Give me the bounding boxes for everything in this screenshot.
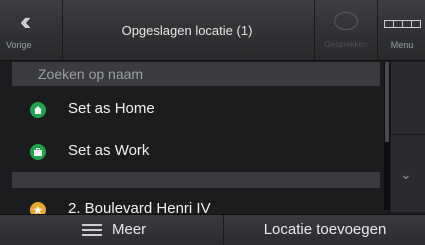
back-label: Vorige [6,40,32,50]
speech-bubble-icon [334,12,358,30]
list-item-label: Set as Work [68,142,150,159]
more-button[interactable]: Meer [12,215,222,245]
add-location-label: Locatie toevoegen [263,221,387,238]
search-placeholder: Zoeken op naam [38,66,144,82]
page-title: Opgeslagen locatie (1) [121,23,253,38]
double-chevron-left-icon: ‹‹ [20,6,32,36]
bottom-bar: Meer Locatie toevoegen [0,214,425,245]
menu-label: Menu [390,40,414,50]
scrollbar[interactable] [384,62,390,210]
back-button[interactable]: ‹‹ Vorige [0,0,63,60]
more-label: Meer [112,221,147,238]
home-icon [30,102,46,118]
scroll-down-icon[interactable]: ⌄ [400,166,412,183]
scrollbar-thumb[interactable] [385,62,389,142]
conversation-label: Gesprekken [324,40,368,49]
divider [391,134,425,135]
conversation-button[interactable]: Gesprekken [314,0,377,60]
top-bar: ‹‹ Vorige Opgeslagen locatie (1) Gesprek… [0,0,425,61]
list-item-label: Set as Home [68,100,155,117]
menu-button[interactable]: Menu [377,0,425,60]
menu-icon-square [411,20,421,28]
briefcase-icon [30,144,46,160]
add-location-button[interactable]: Locatie toevoegen [223,215,425,245]
search-field[interactable]: Zoeken op naam [12,62,380,86]
list-icon [82,224,102,236]
scroll-panel: ⌄ [391,62,425,212]
list-item-set-home[interactable]: Set as Home [12,90,380,130]
list-divider [12,172,380,188]
list-item-set-work[interactable]: Set as Work [12,132,380,172]
